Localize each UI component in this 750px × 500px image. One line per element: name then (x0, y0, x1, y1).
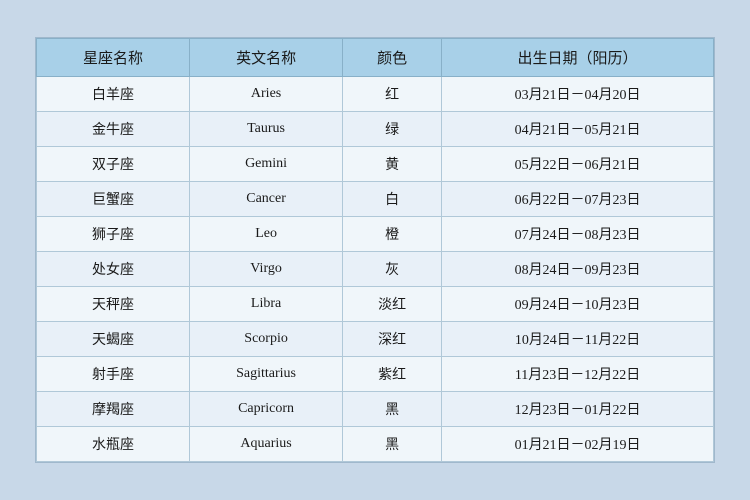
zodiac-table: 星座名称英文名称颜色出生日期（阳历） 白羊座Aries红03月21日－04月20… (36, 38, 714, 462)
cell-chinese_name: 射手座 (37, 357, 190, 392)
cell-english_name: Cancer (190, 182, 343, 217)
cell-color: 深红 (343, 322, 442, 357)
cell-birth_date: 07月24日－08月23日 (442, 217, 714, 252)
cell-birth_date: 06月22日－07月23日 (442, 182, 714, 217)
cell-english_name: Virgo (190, 252, 343, 287)
cell-chinese_name: 天蝎座 (37, 322, 190, 357)
cell-english_name: Leo (190, 217, 343, 252)
cell-english_name: Gemini (190, 147, 343, 182)
cell-chinese_name: 摩羯座 (37, 392, 190, 427)
cell-birth_date: 05月22日－06月21日 (442, 147, 714, 182)
cell-english_name: Sagittarius (190, 357, 343, 392)
cell-birth_date: 10月24日－11月22日 (442, 322, 714, 357)
column-header-english_name: 英文名称 (190, 39, 343, 77)
table-row: 狮子座Leo橙07月24日－08月23日 (37, 217, 714, 252)
zodiac-table-container: 星座名称英文名称颜色出生日期（阳历） 白羊座Aries红03月21日－04月20… (35, 37, 715, 463)
cell-birth_date: 04月21日－05月21日 (442, 112, 714, 147)
column-header-birth_date: 出生日期（阳历） (442, 39, 714, 77)
cell-english_name: Libra (190, 287, 343, 322)
cell-birth_date: 11月23日－12月22日 (442, 357, 714, 392)
cell-english_name: Scorpio (190, 322, 343, 357)
cell-birth_date: 08月24日－09月23日 (442, 252, 714, 287)
cell-color: 淡红 (343, 287, 442, 322)
cell-color: 黄 (343, 147, 442, 182)
cell-color: 红 (343, 77, 442, 112)
column-header-color: 颜色 (343, 39, 442, 77)
cell-chinese_name: 处女座 (37, 252, 190, 287)
cell-chinese_name: 巨蟹座 (37, 182, 190, 217)
cell-chinese_name: 白羊座 (37, 77, 190, 112)
table-header-row: 星座名称英文名称颜色出生日期（阳历） (37, 39, 714, 77)
cell-color: 黑 (343, 392, 442, 427)
table-row: 处女座Virgo灰08月24日－09月23日 (37, 252, 714, 287)
table-row: 白羊座Aries红03月21日－04月20日 (37, 77, 714, 112)
cell-chinese_name: 金牛座 (37, 112, 190, 147)
cell-color: 紫红 (343, 357, 442, 392)
cell-birth_date: 09月24日－10月23日 (442, 287, 714, 322)
cell-english_name: Aries (190, 77, 343, 112)
cell-color: 白 (343, 182, 442, 217)
cell-chinese_name: 双子座 (37, 147, 190, 182)
cell-english_name: Capricorn (190, 392, 343, 427)
cell-color: 橙 (343, 217, 442, 252)
table-row: 水瓶座Aquarius黑01月21日－02月19日 (37, 427, 714, 462)
column-header-chinese_name: 星座名称 (37, 39, 190, 77)
cell-chinese_name: 水瓶座 (37, 427, 190, 462)
table-row: 金牛座Taurus绿04月21日－05月21日 (37, 112, 714, 147)
table-row: 巨蟹座Cancer白06月22日－07月23日 (37, 182, 714, 217)
cell-color: 绿 (343, 112, 442, 147)
cell-english_name: Taurus (190, 112, 343, 147)
cell-color: 黑 (343, 427, 442, 462)
table-row: 双子座Gemini黄05月22日－06月21日 (37, 147, 714, 182)
cell-birth_date: 01月21日－02月19日 (442, 427, 714, 462)
cell-chinese_name: 天秤座 (37, 287, 190, 322)
cell-birth_date: 03月21日－04月20日 (442, 77, 714, 112)
cell-birth_date: 12月23日－01月22日 (442, 392, 714, 427)
table-row: 天蝎座Scorpio深红10月24日－11月22日 (37, 322, 714, 357)
table-row: 天秤座Libra淡红09月24日－10月23日 (37, 287, 714, 322)
cell-color: 灰 (343, 252, 442, 287)
cell-chinese_name: 狮子座 (37, 217, 190, 252)
table-row: 射手座Sagittarius紫红11月23日－12月22日 (37, 357, 714, 392)
table-row: 摩羯座Capricorn黑12月23日－01月22日 (37, 392, 714, 427)
cell-english_name: Aquarius (190, 427, 343, 462)
